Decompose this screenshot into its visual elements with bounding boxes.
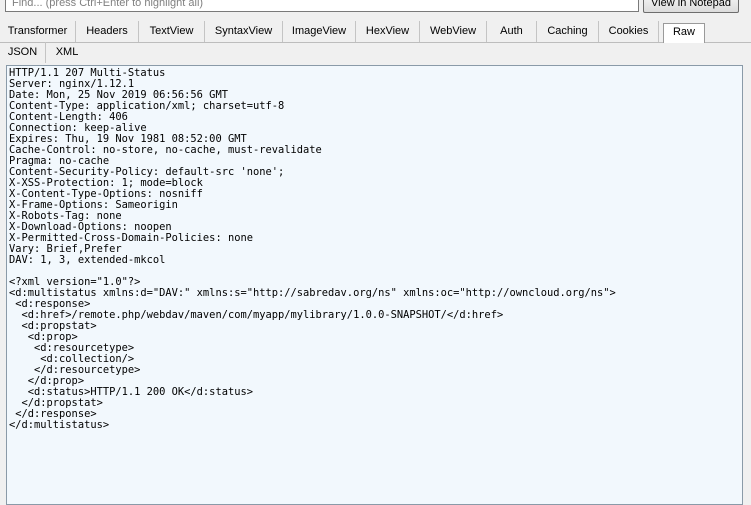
tab-caching[interactable]: Caching [537,21,599,42]
find-input[interactable]: Find... (press Ctrl+Enter to highlight a… [5,0,639,12]
tab-textview[interactable]: TextView [139,21,205,42]
tab-raw[interactable]: Raw [663,23,705,43]
tab-json[interactable]: JSON [0,42,46,63]
tab-cookies[interactable]: Cookies [599,21,659,42]
raw-line: </d:multistatus> [9,419,110,431]
tab-hexview[interactable]: HexView [356,21,420,42]
window-edge [743,65,751,488]
tab-transformer[interactable]: Transformer [0,21,76,42]
tab-imageview[interactable]: ImageView [283,21,356,42]
tab-xml[interactable]: XML [46,42,88,63]
view-in-notepad-button[interactable]: View in Notepad [643,0,739,13]
raw-line: <d:multistatus xmlns:d="DAV:" xmlns:s="h… [9,287,616,299]
inspector-tabs: Transformer Headers TextView SyntaxView … [0,21,751,43]
inspector-subtabs: JSON XML [0,42,751,64]
tab-auth[interactable]: Auth [487,21,537,42]
tab-syntaxview[interactable]: SyntaxView [205,21,283,42]
tab-webview[interactable]: WebView [420,21,487,42]
raw-line: DAV: 1, 3, extended-mkcol [9,254,166,266]
raw-response-text: HTTP/1.1 207 Multi-Status Server: nginx/… [7,66,742,431]
raw-response-panel[interactable]: HTTP/1.1 207 Multi-Status Server: nginx/… [6,65,743,505]
tab-headers[interactable]: Headers [76,21,139,42]
